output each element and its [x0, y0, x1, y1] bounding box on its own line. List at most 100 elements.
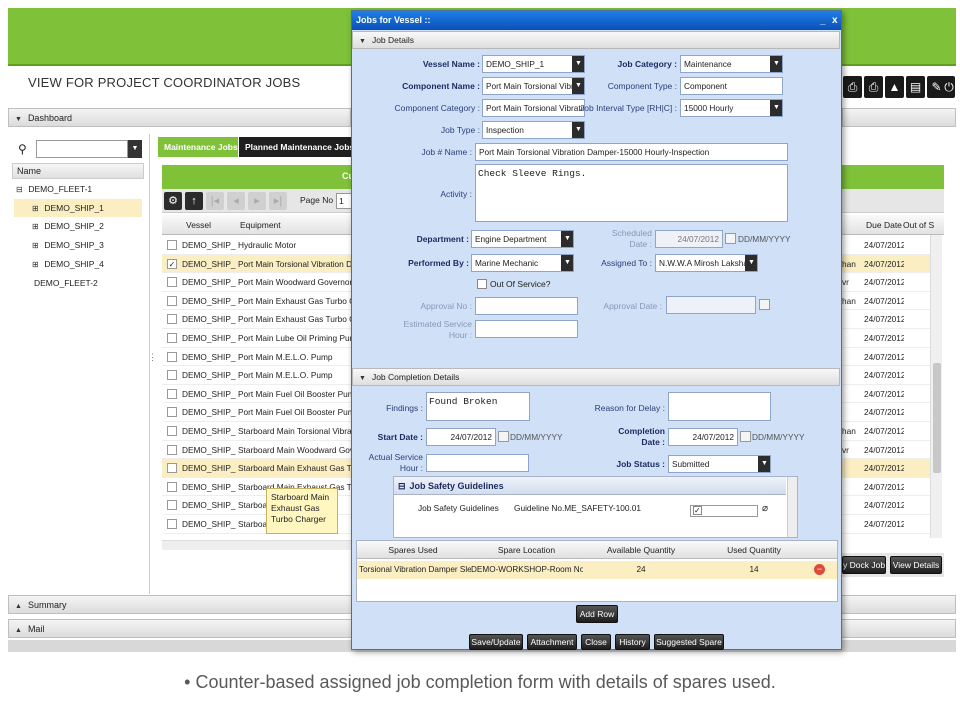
job-interval-select[interactable]: 15000 Hourly ▼ [680, 99, 783, 117]
chevron-down-icon[interactable]: ▼ [770, 56, 782, 72]
calendar-icon[interactable] [498, 431, 509, 442]
tree-item-fleet-1[interactable]: ⊟ DEMO_FLEET-1 [16, 180, 92, 198]
assigned-to-select[interactable]: N.W.W.A Mirosh Lakshan ▼ [655, 254, 758, 272]
row-checkbox[interactable] [167, 333, 177, 343]
col-used-quantity[interactable]: Used Quantity [698, 541, 810, 559]
row-checkbox[interactable] [167, 240, 177, 250]
vessel-name-select[interactable]: DEMO_SHIP_1 ▼ [482, 55, 585, 73]
performed-by-select[interactable]: Marine Mechanic ▼ [471, 254, 574, 272]
expand-icon[interactable]: ⊞ [32, 200, 42, 218]
row-checkbox[interactable] [167, 295, 177, 306]
row-checkbox[interactable] [167, 463, 177, 474]
department-select[interactable]: Engine Department ▼ [471, 230, 574, 248]
chevron-down-icon[interactable]: ▼ [572, 78, 584, 94]
job-name-field[interactable]: Port Main Torsional Vibration Damper-150… [475, 143, 788, 161]
chevron-down-icon[interactable]: ▼ [561, 255, 573, 271]
job-details-section-header[interactable]: ▼ Job Details [352, 31, 840, 49]
row-checkbox[interactable] [167, 444, 177, 455]
findings-textarea[interactable]: Found Broken [426, 392, 530, 421]
reason-delay-textarea[interactable] [668, 392, 771, 421]
row-checkbox[interactable] [167, 481, 177, 492]
spares-row[interactable]: Torsional Vibration Damper Slee DEMO-WOR… [357, 561, 837, 579]
col-equipment[interactable]: Equipment [240, 215, 281, 235]
dialog-title-bar[interactable]: Jobs for Vessel :: _ x [352, 11, 841, 30]
first-page-icon[interactable]: |◂ [206, 192, 224, 210]
save-update-button[interactable]: Save/Update [469, 634, 523, 650]
out-of-service-checkbox[interactable] [477, 279, 487, 289]
start-date-field[interactable]: 24/07/2012 [426, 428, 496, 446]
upload-icon[interactable]: ↑ [185, 192, 203, 210]
row-checkbox[interactable] [167, 426, 177, 436]
tab-planned-maintenance-jobs[interactable]: Planned Maintenance Jobs [239, 137, 354, 157]
attachment-button[interactable]: Attachment [527, 634, 577, 650]
job-type-select[interactable]: Inspection ▼ [482, 121, 585, 139]
last-page-icon[interactable]: ▸| [269, 192, 287, 210]
safety-ack-checkbox[interactable]: ✓ [693, 506, 702, 515]
power-icon[interactable]: ⏻ [943, 76, 955, 98]
approval-date-field[interactable] [666, 296, 756, 314]
expand-icon[interactable]: ⊞ [32, 237, 42, 255]
activity-textarea[interactable]: Check Sleeve Rings. [475, 164, 788, 222]
calendar-icon[interactable] [740, 431, 751, 442]
tree-item-fleet-2[interactable]: DEMO_FLEET-2 [34, 274, 98, 292]
expand-icon[interactable]: ⊞ [32, 256, 42, 274]
spare-used[interactable]: 14 [698, 561, 810, 579]
next-page-icon[interactable]: ▸ [248, 192, 266, 210]
history-button[interactable]: History [615, 634, 650, 650]
safety-scrollbar[interactable] [787, 477, 797, 537]
suggested-spare-button[interactable]: Suggested Spare [654, 634, 724, 650]
job-category-select[interactable]: Maintenance ▼ [680, 55, 783, 73]
chevron-down-icon[interactable]: ▼ [128, 140, 142, 158]
chevron-down-icon[interactable]: ▼ [745, 255, 757, 271]
remove-row-icon[interactable]: − [814, 564, 825, 575]
completion-section-header[interactable]: ▼ Job Completion Details [352, 368, 840, 386]
search-icon[interactable]: ⚲ [18, 142, 27, 156]
row-checkbox[interactable] [167, 277, 177, 288]
chevron-down-icon[interactable]: ▼ [770, 100, 782, 116]
printer-icon[interactable]: ⎙ [864, 76, 883, 98]
row-checkbox[interactable] [167, 388, 177, 399]
col-vessel[interactable]: Vessel [186, 215, 211, 235]
row-checkbox[interactable]: ✓ [167, 258, 177, 269]
collapse-icon[interactable]: ⊟ [16, 181, 26, 199]
view-details-button[interactable]: View Details [890, 556, 942, 574]
col-spares-used[interactable]: Spares Used [357, 541, 469, 559]
row-checkbox[interactable] [167, 407, 177, 418]
tree-search-input[interactable] [36, 140, 128, 158]
settings-icon[interactable]: ⚙ [164, 192, 182, 210]
col-spare-location[interactable]: Spare Location [469, 541, 584, 559]
tree-item-ship-1[interactable]: ⊞ DEMO_SHIP_1 [14, 199, 142, 217]
dashboard-panel-header[interactable]: ▼ Dashboard [8, 108, 351, 127]
row-checkbox[interactable] [167, 351, 177, 362]
attachment-icon[interactable]: ⌀ [762, 503, 768, 514]
grid-hscrollbar[interactable] [162, 540, 352, 550]
tree-item-ship-4[interactable]: ⊞ DEMO_SHIP_4 [32, 255, 104, 273]
chevron-down-icon[interactable]: ▼ [758, 456, 770, 472]
row-checkbox[interactable] [167, 519, 177, 529]
grid-scrollbar[interactable] [930, 235, 942, 538]
completion-date-field[interactable]: 24/07/2012 [668, 428, 738, 446]
calendar-icon[interactable] [725, 233, 736, 244]
component-category-field[interactable]: Port Main Torsional Vibration [482, 99, 585, 117]
safety-ack-field[interactable]: ✓ [690, 505, 758, 517]
tree-item-ship-2[interactable]: ⊞ DEMO_SHIP_2 [32, 217, 104, 235]
close-button[interactable]: Close [581, 634, 611, 650]
document-icon[interactable]: ▤ [906, 76, 925, 98]
collapse-icon[interactable]: ⊟ [398, 481, 406, 491]
col-due-date[interactable]: Due Date [866, 215, 902, 235]
chevron-down-icon[interactable]: ▼ [561, 231, 573, 247]
tab-maintenance-jobs[interactable]: Maintenance Jobs [158, 137, 238, 157]
chevron-down-icon[interactable]: ▼ [572, 56, 584, 72]
job-status-select[interactable]: Submitted ▼ [668, 455, 771, 473]
close-icon[interactable]: x [832, 11, 838, 30]
component-name-select[interactable]: Port Main Torsional Vibrat ▼ [482, 77, 585, 95]
row-checkbox[interactable] [167, 314, 177, 325]
approval-no-field[interactable] [475, 297, 578, 315]
add-row-button[interactable]: Add Row [576, 605, 618, 623]
expand-icon[interactable]: ⊞ [32, 218, 42, 236]
actual-hour-field[interactable] [426, 454, 529, 472]
minimize-icon[interactable]: _ [820, 11, 826, 30]
row-checkbox[interactable] [167, 500, 177, 511]
col-out-of-service[interactable]: Out of S [903, 215, 934, 235]
row-checkbox[interactable] [167, 370, 177, 381]
